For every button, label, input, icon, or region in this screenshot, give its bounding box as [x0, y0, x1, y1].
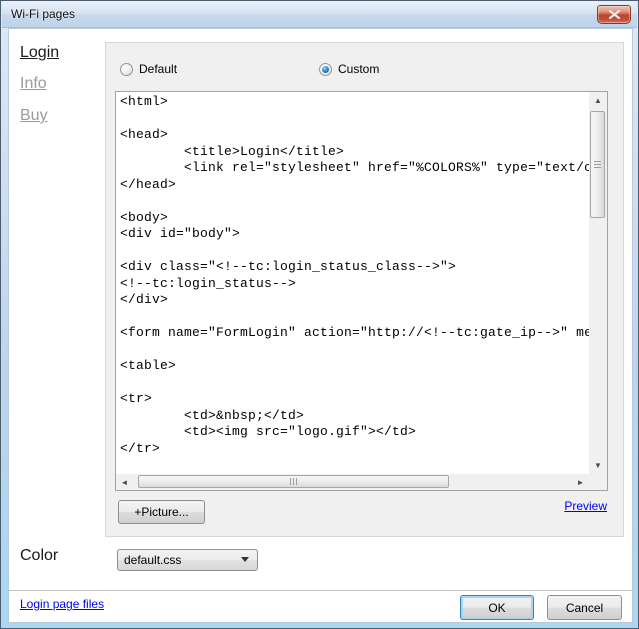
color-dropdown[interactable]: default.css: [117, 549, 258, 571]
login-page-files-link[interactable]: Login page files: [20, 597, 104, 611]
horizontal-scroll-thumb[interactable]: [138, 475, 449, 488]
scroll-left-button[interactable]: ◄: [116, 474, 133, 490]
login-page-panel: Default Custom <html> <head> <title>Logi…: [105, 42, 624, 537]
scroll-up-icon: ▲: [594, 96, 602, 105]
code-text[interactable]: <html> <head> <title>Login</title> <link…: [116, 92, 589, 474]
ok-button[interactable]: OK: [460, 595, 534, 620]
dialog-body: Login Info Buy Default Custom <html> <he…: [8, 28, 633, 623]
radio-label-custom: Custom: [338, 62, 379, 76]
sidebar-item-login[interactable]: Login: [20, 44, 59, 62]
html-code-editor: <html> <head> <title>Login</title> <link…: [115, 91, 608, 491]
scroll-down-button[interactable]: ▼: [589, 457, 607, 474]
titlebar[interactable]: Wi-Fi pages: [2, 1, 637, 28]
chevron-down-icon: [241, 557, 249, 562]
vertical-scrollbar[interactable]: ▲ ▼: [589, 92, 607, 474]
radio-label-default: Default: [139, 62, 177, 76]
radio-icon-custom-selected: [319, 63, 332, 76]
color-dropdown-value: default.css: [118, 553, 257, 567]
scroll-down-icon: ▼: [594, 461, 602, 470]
cancel-button[interactable]: Cancel: [547, 595, 622, 620]
vertical-scroll-thumb[interactable]: [590, 111, 605, 218]
add-picture-button[interactable]: +Picture...: [118, 500, 205, 524]
radio-option-custom[interactable]: Custom: [319, 62, 379, 76]
close-button[interactable]: [597, 5, 631, 24]
preview-link[interactable]: Preview: [564, 499, 607, 513]
scroll-up-button[interactable]: ▲: [589, 92, 607, 109]
sidebar-item-info[interactable]: Info: [20, 75, 47, 93]
window-title: Wi-Fi pages: [11, 7, 75, 21]
color-label: Color: [20, 547, 58, 565]
scrollbar-corner: [589, 474, 607, 490]
footer-separator: [9, 590, 632, 591]
radio-icon-default: [120, 63, 133, 76]
close-icon: [609, 10, 620, 19]
radio-option-default[interactable]: Default: [120, 62, 177, 76]
scroll-left-icon: ◄: [121, 478, 129, 487]
scroll-right-icon: ►: [577, 478, 585, 487]
scroll-right-button[interactable]: ►: [572, 474, 589, 490]
horizontal-scrollbar[interactable]: ◄ ►: [116, 474, 589, 490]
sidebar-item-buy[interactable]: Buy: [20, 107, 48, 125]
wifi-pages-dialog: Wi-Fi pages Login Info Buy Default Custo…: [0, 0, 639, 629]
